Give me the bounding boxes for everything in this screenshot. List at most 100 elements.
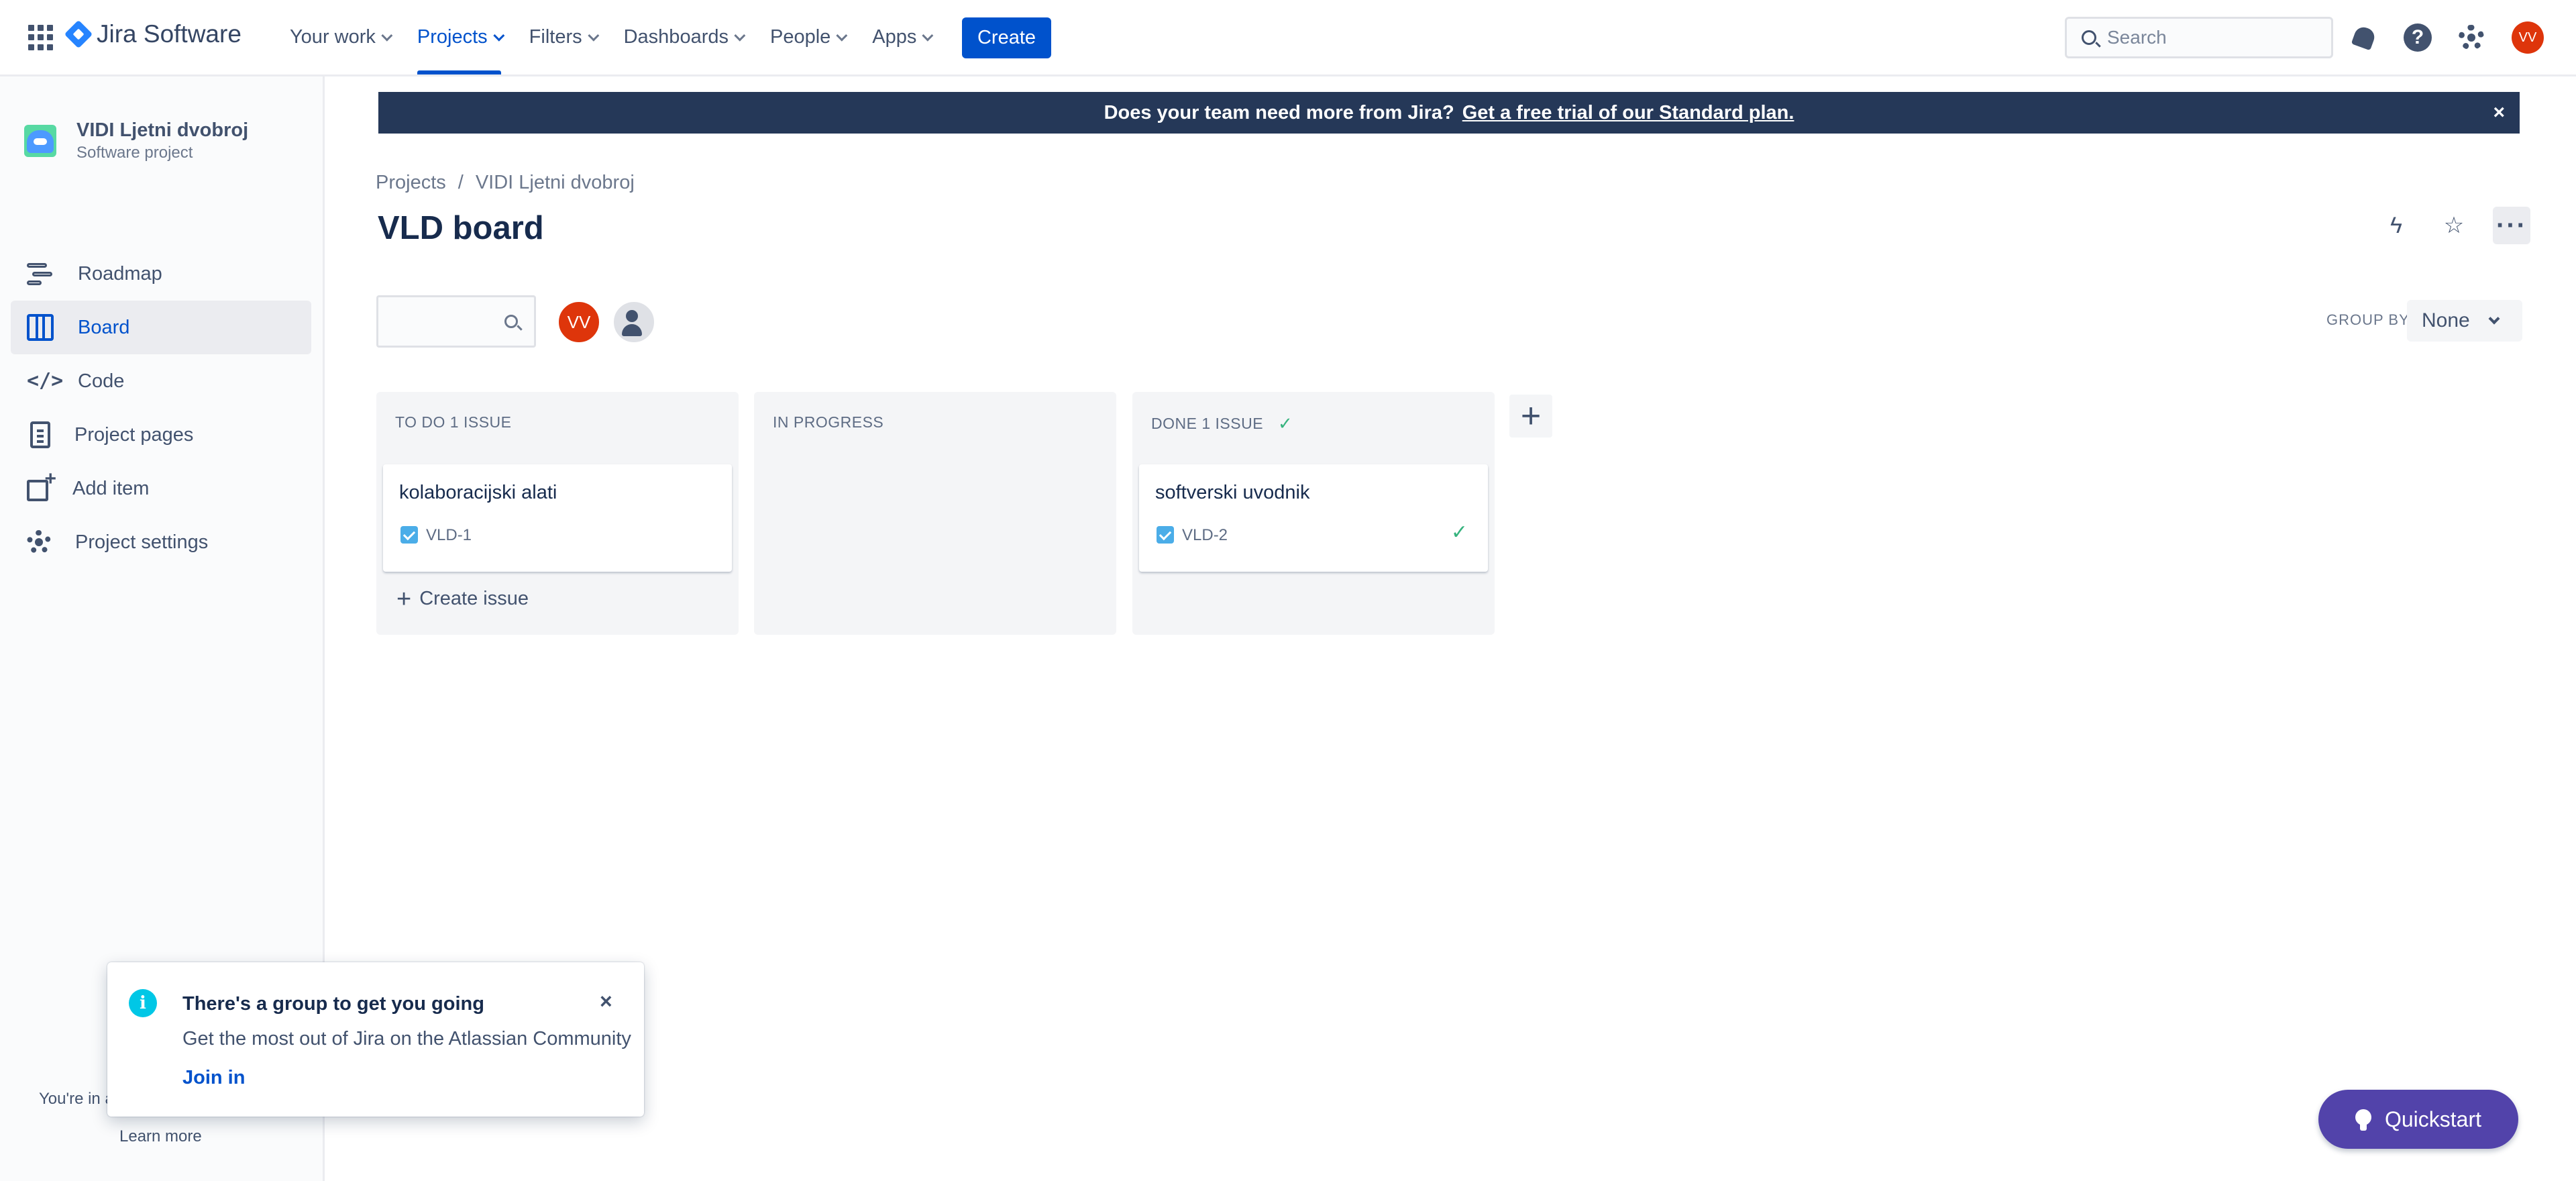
app-switcher-grid-icon[interactable] <box>28 25 54 50</box>
code-icon: </> <box>27 369 64 393</box>
nav-dashboards[interactable]: Dashboards <box>616 0 750 74</box>
nav-apps[interactable]: Apps <box>864 0 938 74</box>
community-flag: i There's a group to get you going Get t… <box>107 962 644 1117</box>
board-column-todo: TO DO 1 ISSUE kolaboracijski alati VLD-1… <box>376 392 739 635</box>
automation-lightning-icon[interactable]: ϟ <box>2377 207 2415 244</box>
pages-icon <box>30 421 50 448</box>
sidebar-nav: Roadmap Board </> Code Project pages Add… <box>11 247 311 569</box>
board-actions: ϟ ☆ ··· <box>2377 207 2530 244</box>
issue-title: kolaboracijski alati <box>399 482 557 503</box>
sidebar-item-label: Roadmap <box>78 262 162 285</box>
sidebar-item-roadmap[interactable]: Roadmap <box>11 247 311 301</box>
column-header: TO DO 1 ISSUE <box>395 413 512 431</box>
nav-projects[interactable]: Projects <box>409 0 509 74</box>
lightbulb-icon <box>2355 1109 2371 1131</box>
upgrade-banner: Does your team need more from Jira? Get … <box>378 92 2520 134</box>
chevron-down-icon <box>922 30 934 42</box>
join-in-link[interactable]: Join in <box>182 1067 245 1089</box>
notifications-bell-icon[interactable] <box>2349 23 2379 52</box>
flag-body: Get the most out of Jira on the Atlassia… <box>182 1028 631 1049</box>
logo-text: Jira Software <box>97 20 241 48</box>
sidebar-item-label: Add item <box>72 477 150 499</box>
sidebar-item-label: Board <box>78 316 130 338</box>
chevron-down-icon <box>492 30 504 42</box>
create-issue-label: Create issue <box>419 588 529 609</box>
project-avatar <box>24 125 56 157</box>
add-people-icon[interactable] <box>612 300 656 344</box>
task-type-icon <box>400 526 418 544</box>
search-icon <box>2082 30 2096 45</box>
global-search-input[interactable]: Search <box>2065 17 2333 58</box>
add-column-button[interactable]: + <box>1509 395 1552 438</box>
create-issue-button[interactable]: + Create issue <box>396 584 529 613</box>
chevron-down-icon <box>734 30 746 42</box>
page-title: VLD board <box>378 210 544 246</box>
issue-key: VLD-2 <box>1182 526 1228 544</box>
sidebar-item-label: Project pages <box>74 423 194 446</box>
chevron-down-icon <box>2488 313 2500 325</box>
sidebar-footer-text: You're in a <box>39 1090 114 1108</box>
breadcrumb-separator: / <box>458 172 464 193</box>
nav-people[interactable]: People <box>762 0 852 74</box>
add-item-icon <box>27 468 56 501</box>
column-title: TO DO 1 ISSUE <box>395 413 512 431</box>
chevron-down-icon <box>381 30 393 42</box>
help-icon[interactable]: ? <box>2403 23 2432 52</box>
done-check-icon: ✓ <box>1450 521 1468 544</box>
settings-icon <box>27 530 51 554</box>
info-icon: i <box>129 989 157 1017</box>
project-type: Software project <box>76 144 193 162</box>
column-title: IN PROGRESS <box>773 413 884 431</box>
nav-label: Dashboards <box>623 26 729 48</box>
banner-trial-link[interactable]: Get a free trial of our Standard plan. <box>1462 102 1794 124</box>
breadcrumb-projects[interactable]: Projects <box>376 172 446 194</box>
breadcrumb-project[interactable]: VIDI Ljetni dvobroj <box>476 172 635 194</box>
group-by-select[interactable]: None <box>2407 300 2522 342</box>
sidebar-item-label: Project settings <box>75 531 209 553</box>
flag-title: There's a group to get you going <box>182 993 484 1015</box>
user-avatar[interactable]: VV <box>2512 21 2544 54</box>
assignee-avatar[interactable]: VV <box>557 300 601 344</box>
jira-logo[interactable]: Jira Software <box>64 19 241 49</box>
board-search-input[interactable] <box>376 295 536 348</box>
banner-text: Does your team need more from Jira? <box>1104 101 1454 123</box>
group-by-label: GROUP BY <box>2326 311 2410 328</box>
project-name: VIDI Ljetni dvobroj <box>76 119 249 141</box>
sidebar-item-code[interactable]: </> Code <box>11 354 311 408</box>
create-button[interactable]: Create <box>962 17 1051 58</box>
done-check-icon: ✓ <box>1278 413 1293 433</box>
jira-diamond-icon <box>64 19 93 49</box>
learn-more-link[interactable]: Learn more <box>119 1127 202 1146</box>
quickstart-label: Quickstart <box>2384 1107 2482 1131</box>
chevron-down-icon <box>836 30 848 42</box>
settings-gear-icon[interactable] <box>2457 23 2486 52</box>
search-placeholder: Search <box>2107 27 2167 48</box>
nav-your-work[interactable]: Your work <box>282 0 397 74</box>
sidebar-item-label: Code <box>78 370 125 392</box>
sidebar-item-board[interactable]: Board <box>11 301 311 354</box>
chevron-down-icon <box>587 30 599 42</box>
issue-card[interactable]: kolaboracijski alati VLD-1 <box>383 464 732 572</box>
nav-label: Projects <box>417 26 488 48</box>
sidebar-item-add-item[interactable]: Add item <box>11 462 311 515</box>
project-header[interactable]: VIDI Ljetni dvobroj Software project <box>24 118 248 164</box>
board-column-done: DONE 1 ISSUE ✓ softverski uvodnik VLD-2 … <box>1132 392 1495 635</box>
top-navigation: Jira Software Your work Projects Filters… <box>0 0 2576 76</box>
more-options-icon[interactable]: ··· <box>2493 207 2530 244</box>
task-type-icon <box>1157 526 1174 544</box>
plus-icon: + <box>396 584 412 613</box>
board-column-in-progress: IN PROGRESS <box>754 392 1116 635</box>
nav-label: Filters <box>529 26 582 48</box>
breadcrumb: Projects / VIDI Ljetni dvobroj <box>376 172 635 194</box>
close-icon[interactable]: × <box>600 989 612 1014</box>
issue-card[interactable]: softverski uvodnik VLD-2 ✓ <box>1139 464 1488 572</box>
nav-filters[interactable]: Filters <box>521 0 604 74</box>
nav-label: Your work <box>290 26 376 48</box>
sidebar-item-project-pages[interactable]: Project pages <box>11 408 311 462</box>
sidebar-item-project-settings[interactable]: Project settings <box>11 515 311 569</box>
issue-key: VLD-1 <box>426 526 472 544</box>
star-icon[interactable]: ☆ <box>2435 207 2473 244</box>
close-icon[interactable]: × <box>2493 101 2505 124</box>
search-icon <box>504 315 518 328</box>
quickstart-button[interactable]: Quickstart <box>2318 1090 2518 1149</box>
